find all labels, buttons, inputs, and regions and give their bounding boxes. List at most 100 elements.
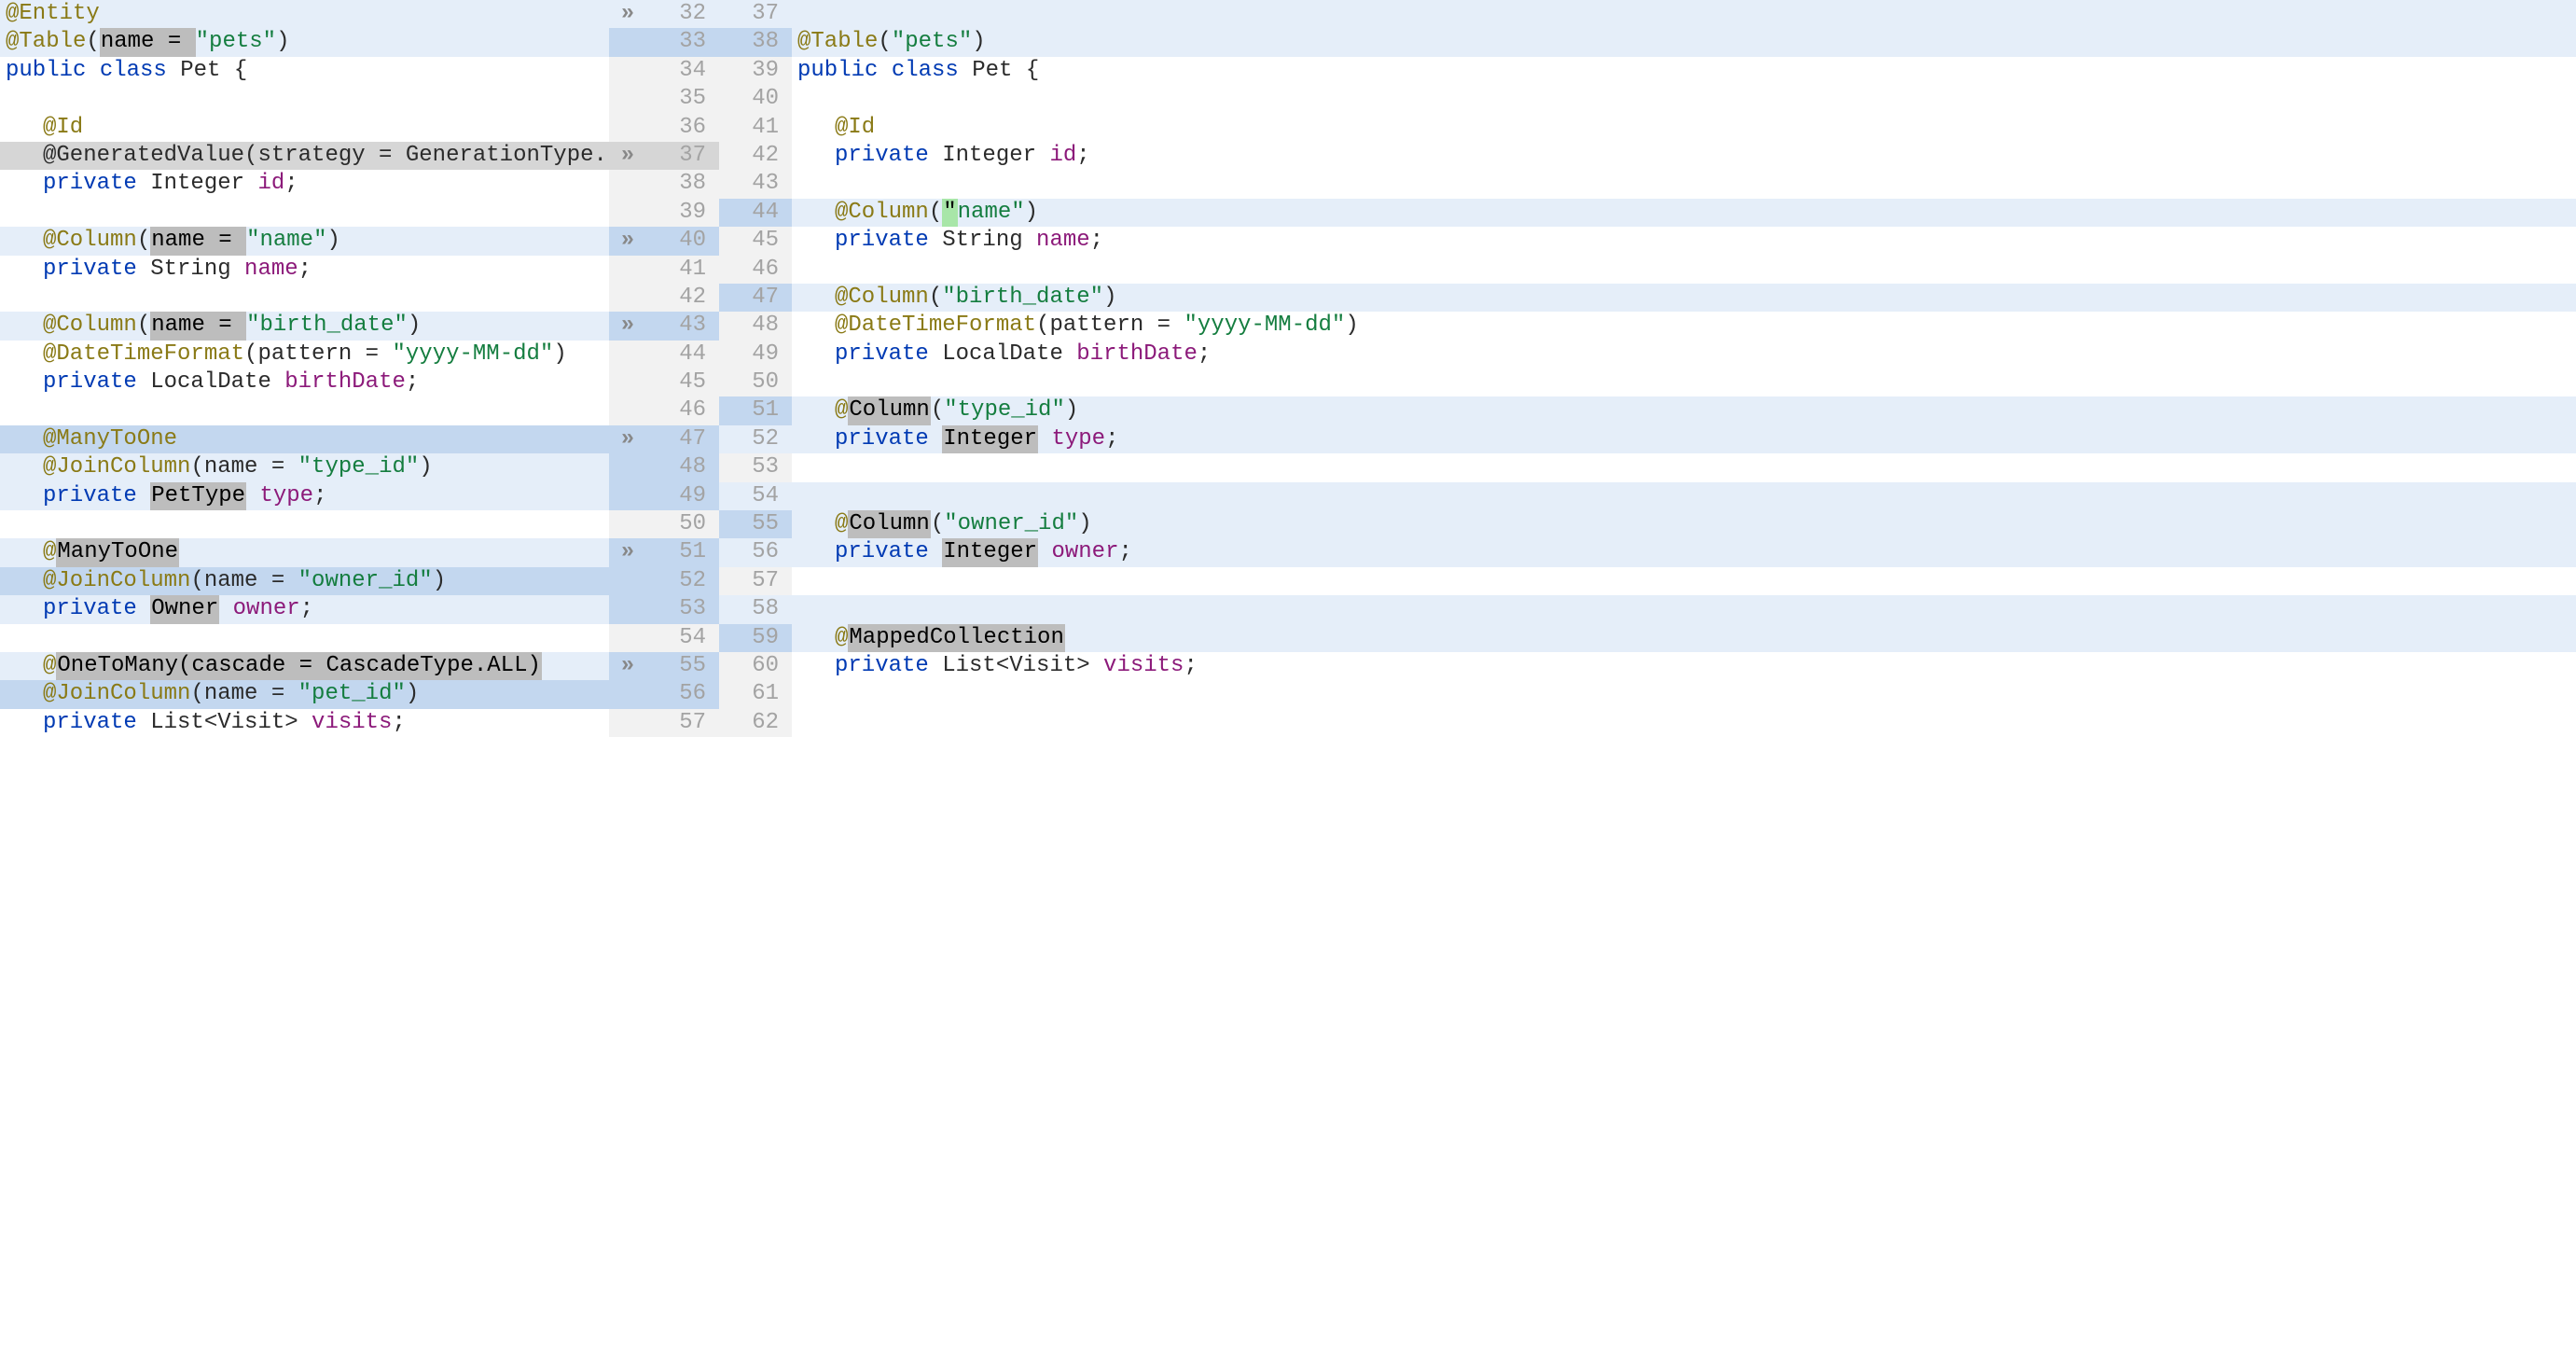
merge-arrow-icon[interactable]: » xyxy=(609,538,646,566)
code-line-right[interactable]: private Integer owner; xyxy=(792,538,2576,566)
code-line-left[interactable] xyxy=(0,199,609,227)
code-line-left[interactable]: private Integer id; xyxy=(0,170,609,198)
merge-arrow-icon[interactable]: » xyxy=(609,0,646,28)
code-line-left[interactable]: @OneToMany(cascade = CascadeType.ALL) xyxy=(0,652,609,680)
code-line-left[interactable] xyxy=(0,396,609,424)
line-number-left[interactable]: 53 xyxy=(646,595,719,623)
code-line-left[interactable]: private Owner owner; xyxy=(0,595,609,623)
line-number-left[interactable]: 42 xyxy=(646,284,719,312)
line-number-left[interactable]: 57 xyxy=(646,709,719,737)
line-number-left[interactable]: 54 xyxy=(646,624,719,652)
line-number-right[interactable]: 53 xyxy=(719,453,792,481)
code-line-right[interactable]: @Column("birth_date") xyxy=(792,284,2576,312)
code-line-left[interactable]: @ManyToOne xyxy=(0,538,609,566)
line-number-right[interactable]: 39 xyxy=(719,57,792,85)
line-number-right[interactable]: 41 xyxy=(719,114,792,142)
line-number-left[interactable]: 55 xyxy=(646,652,719,680)
code-line-right[interactable] xyxy=(792,369,2576,396)
code-line-right[interactable]: @Column("owner_id") xyxy=(792,510,2576,538)
line-number-left[interactable]: 49 xyxy=(646,482,719,510)
line-number-right[interactable]: 58 xyxy=(719,595,792,623)
code-line-left[interactable]: @Table(name = "pets") xyxy=(0,28,609,56)
line-number-right[interactable]: 40 xyxy=(719,85,792,113)
code-line-right[interactable] xyxy=(792,680,2576,708)
code-line-left[interactable] xyxy=(0,624,609,652)
line-number-left[interactable]: 44 xyxy=(646,341,719,369)
code-line-left[interactable]: private PetType type; xyxy=(0,482,609,510)
code-line-right[interactable]: private LocalDate birthDate; xyxy=(792,341,2576,369)
line-number-left[interactable]: 48 xyxy=(646,453,719,481)
code-line-right[interactable]: @DateTimeFormat(pattern = "yyyy-MM-dd") xyxy=(792,312,2576,340)
diff-pane-left[interactable]: @Entity@Table(name = "pets")public class… xyxy=(0,0,609,737)
line-number-right[interactable]: 47 xyxy=(719,284,792,312)
code-line-right[interactable]: private String name; xyxy=(792,227,2576,255)
code-line-left[interactable]: @DateTimeFormat(pattern = "yyyy-MM-dd") xyxy=(0,341,609,369)
code-line-left[interactable]: @Id xyxy=(0,114,609,142)
line-number-left[interactable]: 39 xyxy=(646,199,719,227)
code-line-left[interactable]: @JoinColumn(name = "pet_id") xyxy=(0,680,609,708)
line-number-right[interactable]: 46 xyxy=(719,256,792,284)
code-line-right[interactable] xyxy=(792,595,2576,623)
merge-arrow-icon[interactable]: » xyxy=(609,312,646,340)
code-line-right[interactable]: @Column("type_id") xyxy=(792,396,2576,424)
line-number-left[interactable]: 34 xyxy=(646,57,719,85)
line-number-left[interactable]: 38 xyxy=(646,170,719,198)
line-number-right[interactable]: 55 xyxy=(719,510,792,538)
code-line-right[interactable]: @Table("pets") xyxy=(792,28,2576,56)
line-number-right[interactable]: 60 xyxy=(719,652,792,680)
code-line-right[interactable] xyxy=(792,709,2576,737)
line-number-right[interactable]: 38 xyxy=(719,28,792,56)
code-line-right[interactable]: @MappedCollection xyxy=(792,624,2576,652)
code-line-left[interactable]: @Column(name = "birth_date") xyxy=(0,312,609,340)
line-number-right[interactable]: 42 xyxy=(719,142,792,170)
code-line-left[interactable]: @JoinColumn(name = "type_id") xyxy=(0,453,609,481)
code-line-left[interactable]: public class Pet { xyxy=(0,57,609,85)
code-line-right[interactable] xyxy=(792,482,2576,510)
code-line-right[interactable]: private Integer type; xyxy=(792,425,2576,453)
line-number-left[interactable]: 51 xyxy=(646,538,719,566)
code-line-right[interactable]: private List<Visit> visits; xyxy=(792,652,2576,680)
line-number-right[interactable]: 45 xyxy=(719,227,792,255)
code-line-left[interactable]: private String name; xyxy=(0,256,609,284)
code-line-left[interactable] xyxy=(0,510,609,538)
line-number-right[interactable]: 61 xyxy=(719,680,792,708)
code-line-left[interactable]: @JoinColumn(name = "owner_id") xyxy=(0,567,609,595)
line-number-left[interactable]: 36 xyxy=(646,114,719,142)
line-number-left[interactable]: 47 xyxy=(646,425,719,453)
line-number-right[interactable]: 51 xyxy=(719,396,792,424)
code-line-right[interactable] xyxy=(792,85,2576,113)
merge-arrow-icon[interactable]: » xyxy=(609,425,646,453)
code-line-right[interactable] xyxy=(792,170,2576,198)
code-line-left[interactable]: @Entity xyxy=(0,0,609,28)
line-number-right[interactable]: 54 xyxy=(719,482,792,510)
code-line-right[interactable] xyxy=(792,453,2576,481)
line-number-left[interactable]: 46 xyxy=(646,396,719,424)
line-number-right[interactable]: 56 xyxy=(719,538,792,566)
line-number-left[interactable]: 45 xyxy=(646,369,719,396)
line-number-right[interactable]: 50 xyxy=(719,369,792,396)
merge-arrow-icon[interactable]: » xyxy=(609,652,646,680)
code-line-left[interactable]: @GeneratedValue(strategy = GenerationTyp… xyxy=(0,142,609,170)
code-line-right[interactable] xyxy=(792,567,2576,595)
code-line-left[interactable]: @ManyToOne xyxy=(0,425,609,453)
code-line-right[interactable]: public class Pet { xyxy=(792,57,2576,85)
line-number-left[interactable]: 35 xyxy=(646,85,719,113)
line-number-left[interactable]: 56 xyxy=(646,680,719,708)
code-line-right[interactable]: @Column("name") xyxy=(792,199,2576,227)
merge-arrow-icon[interactable]: » xyxy=(609,142,646,170)
line-number-right[interactable]: 52 xyxy=(719,425,792,453)
line-number-left[interactable]: 50 xyxy=(646,510,719,538)
line-number-right[interactable]: 49 xyxy=(719,341,792,369)
code-line-right[interactable] xyxy=(792,256,2576,284)
line-number-right[interactable]: 44 xyxy=(719,199,792,227)
code-line-left[interactable] xyxy=(0,284,609,312)
code-line-left[interactable]: private List<Visit> visits; xyxy=(0,709,609,737)
line-number-right[interactable]: 57 xyxy=(719,567,792,595)
merge-arrow-icon[interactable]: » xyxy=(609,227,646,255)
line-number-left[interactable]: 40 xyxy=(646,227,719,255)
code-line-right[interactable] xyxy=(792,0,2576,28)
line-number-left[interactable]: 32 xyxy=(646,0,719,28)
code-line-left[interactable]: @Column(name = "name") xyxy=(0,227,609,255)
diff-pane-right[interactable]: @Table("pets")public class Pet {@Idpriva… xyxy=(792,0,2576,737)
line-number-left[interactable]: 41 xyxy=(646,256,719,284)
